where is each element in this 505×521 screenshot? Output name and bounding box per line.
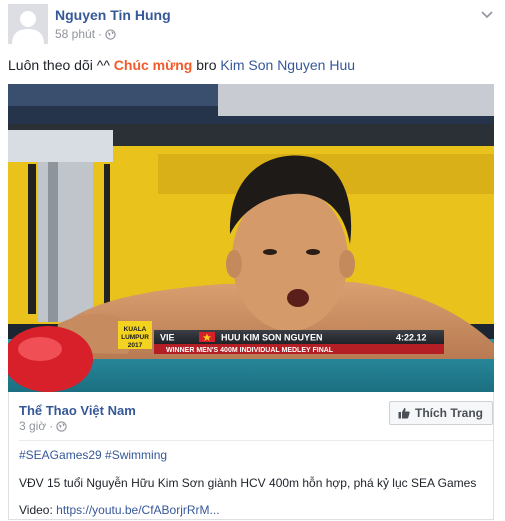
globe-icon[interactable] <box>105 28 116 40</box>
divider <box>19 440 493 441</box>
chevron-down-icon[interactable] <box>481 7 493 22</box>
svg-text:LUMPUR: LUMPUR <box>121 334 149 341</box>
shared-description: VĐV 15 tuổi Nguyễn Hữu Kim Sơn giành HCV… <box>19 476 477 490</box>
author-name[interactable]: Nguyen Tin Hung <box>55 7 171 23</box>
post-text: Luôn theo dõi ^^ Chúc mừng bro Kim Son N… <box>8 57 355 73</box>
video-link[interactable]: https://youtu.be/CfABorjrRrM... <box>56 503 219 517</box>
event-logo: KUALA LUMPUR 2017 <box>118 321 152 349</box>
shared-post-box: Thể Thao Việt Nam 3 giờ · Thích Trang #S… <box>8 392 494 520</box>
svg-text:4:22.12: 4:22.12 <box>396 333 427 343</box>
svg-text:KUALA: KUALA <box>124 326 147 333</box>
page-post-time[interactable]: 3 giờ <box>19 419 46 433</box>
post-meta: 58 phút · <box>55 27 116 41</box>
like-button-label: Thích Trang <box>414 406 483 420</box>
post-time[interactable]: 58 phút <box>55 27 95 41</box>
dot-separator: · <box>98 27 103 41</box>
svg-text:VIE: VIE <box>160 333 175 343</box>
video-label: Video: <box>19 503 53 517</box>
page-name[interactable]: Thể Thao Việt Nam <box>19 403 136 418</box>
like-page-button[interactable]: Thích Trang <box>388 401 493 425</box>
hashtags[interactable]: #SEAGames29 #Swimming <box>19 448 167 462</box>
tagged-user-link[interactable]: Kim Son Nguyen Huu <box>220 57 355 73</box>
post-text-mid: bro <box>196 57 217 73</box>
dot-separator: · <box>49 419 54 433</box>
globe-icon[interactable] <box>56 420 67 432</box>
result-caption: VIE HUU KIM SON NGUYEN 4:22.12 WINNER ME… <box>154 330 444 354</box>
post-text-prefix: Luôn theo dõi ^^ <box>8 57 110 73</box>
thumbs-up-icon <box>398 408 410 419</box>
svg-text:2017: 2017 <box>128 342 143 349</box>
svg-text:WINNER MEN'S 400M INDIVIDUAL M: WINNER MEN'S 400M INDIVIDUAL MEDLEY FINA… <box>166 347 334 354</box>
highlight-text: Chúc mừng <box>113 57 193 73</box>
video-frame: KUALA LUMPUR 2017 VIE HUU KIM SON NGUYEN… <box>8 84 494 392</box>
video-line: Video: https://youtu.be/CfABorjrRrM... <box>19 503 220 517</box>
avatar[interactable] <box>8 4 48 44</box>
svg-text:HUU KIM SON NGUYEN: HUU KIM SON NGUYEN <box>221 333 323 343</box>
page-meta: 3 giờ · <box>19 419 67 433</box>
video-player[interactable]: KUALA LUMPUR 2017 VIE HUU KIM SON NGUYEN… <box>8 84 494 392</box>
